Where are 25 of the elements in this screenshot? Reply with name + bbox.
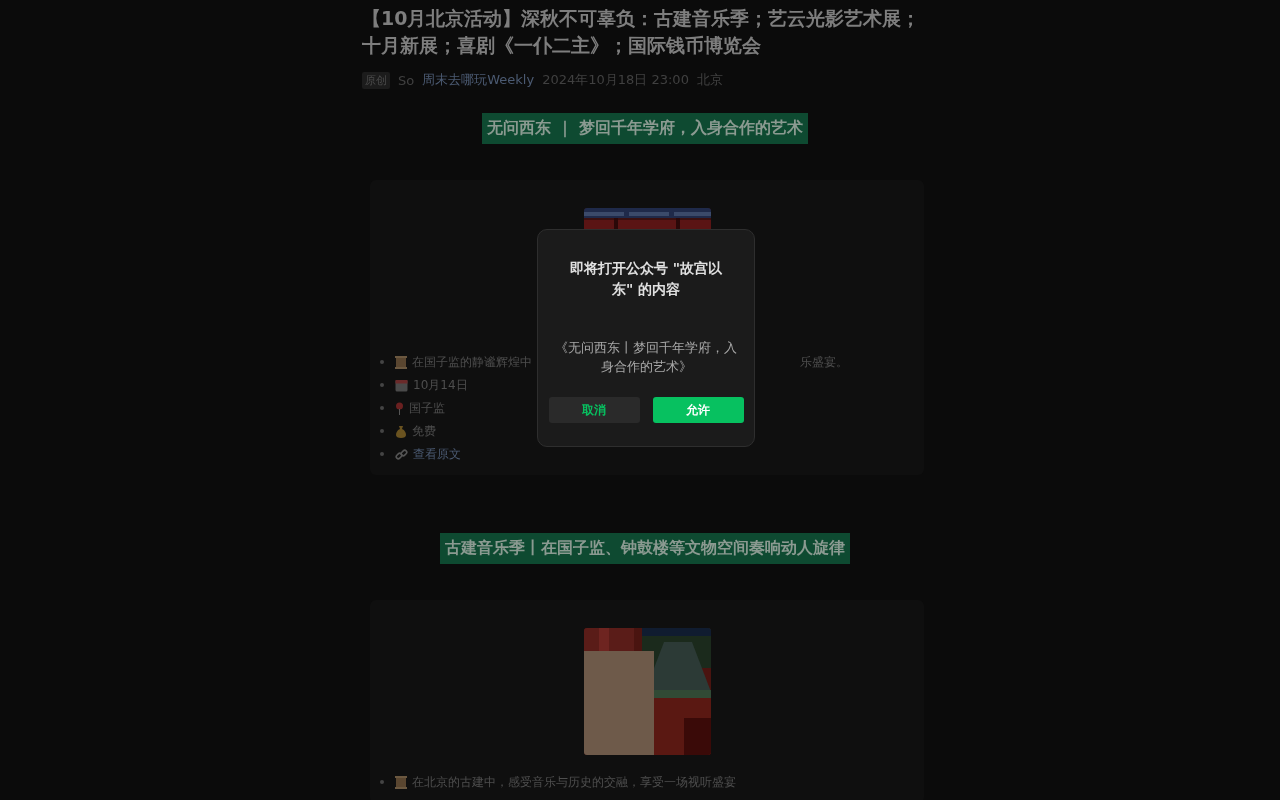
allow-button[interactable]: 允许 [652, 397, 744, 423]
article-title: 【10月北京活动】深秋不可辜负：古建音乐季；艺云光影艺术展；十月新展；喜剧《一仆二主》；国际钱币博览会 [362, 6, 922, 58]
pin-icon [395, 401, 404, 415]
scroll-icon [395, 775, 407, 789]
event-detail-text: 免费 [412, 423, 436, 440]
dialog-message: 《无问西东丨梦回千年学府，入身合作的艺术》 [554, 339, 738, 376]
bullet-dot [380, 429, 384, 433]
section-heading: 古建音乐季丨在国子监、钟鼓楼等文物空间奏响动人旋律 [440, 533, 850, 564]
event-detail-text: 国子监 [409, 400, 445, 417]
account-link[interactable]: 周末去哪玩Weekly [422, 71, 535, 89]
event-detail-text: 乐盛宴。 [800, 354, 848, 371]
source-link[interactable]: 查看原文 [413, 445, 461, 463]
calendar-icon [395, 378, 408, 392]
link-icon [395, 447, 408, 461]
bullet-dot [380, 452, 384, 456]
scroll-icon [395, 355, 407, 369]
bullet-dot [380, 406, 384, 410]
section-heading: 无问西东 ｜ 梦回千年学府，入身合作的艺术 [482, 113, 808, 144]
event-detail-text: 10月14日 [413, 377, 468, 394]
dialog-title: 即将打开公众号 "故宫以东" 的内容 [568, 259, 724, 299]
bullet-dot [380, 780, 384, 784]
cancel-button[interactable]: 取消 [548, 397, 640, 423]
money-bag-icon [395, 424, 407, 438]
bullet-dot [380, 383, 384, 387]
bullet-dot [380, 360, 384, 364]
